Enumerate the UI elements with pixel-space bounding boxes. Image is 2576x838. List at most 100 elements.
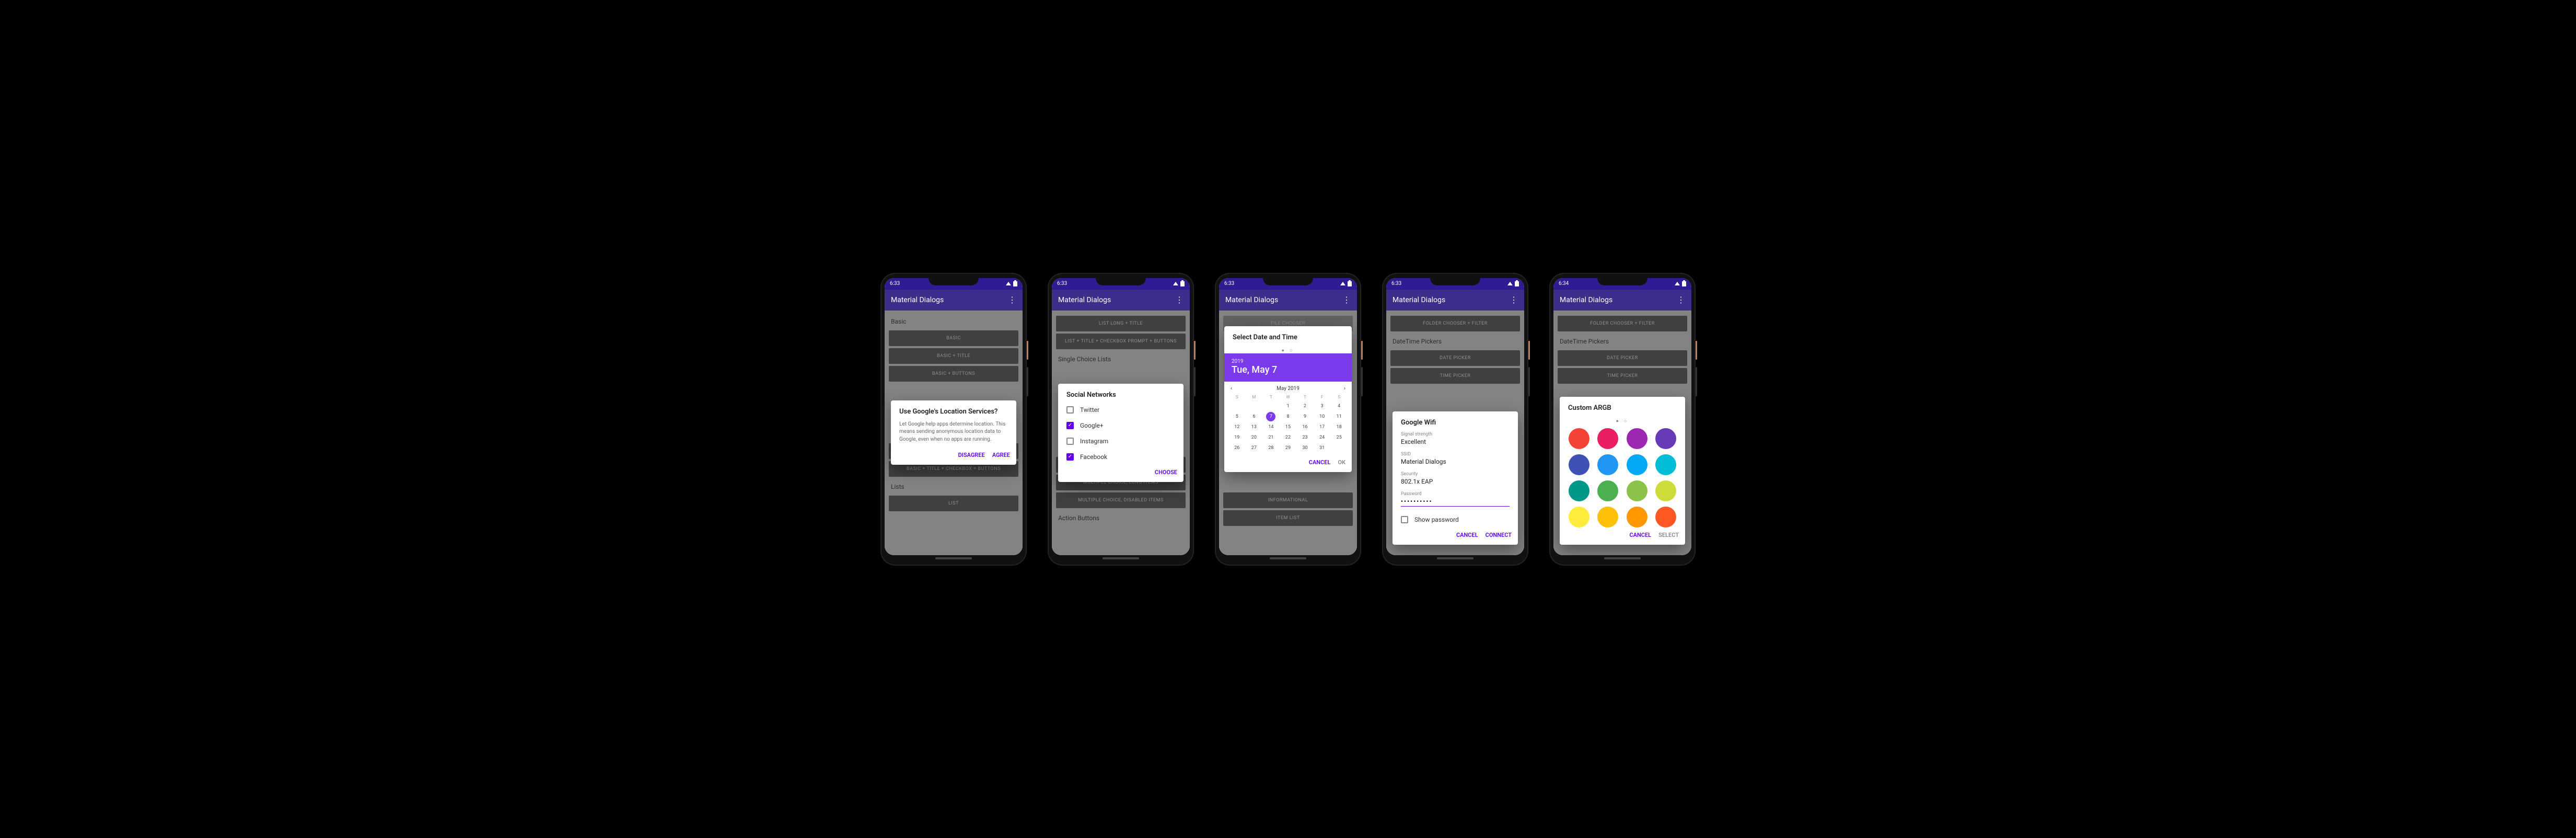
show-password-row[interactable]: Show password — [1393, 511, 1518, 527]
dialog-scrim[interactable]: Social Networks Twitter ✓ Google+ Instag… — [1052, 311, 1190, 555]
color-swatch[interactable] — [1569, 428, 1589, 449]
password-input[interactable] — [1401, 497, 1510, 507]
cancel-button[interactable]: CANCEL — [1629, 532, 1651, 538]
dialog-body: Let Google help apps determine location.… — [891, 419, 1016, 448]
option-facebook[interactable]: ✓ Facebook — [1058, 449, 1183, 465]
calendar-day[interactable]: 11 — [1330, 412, 1348, 421]
ok-button[interactable]: OK — [1338, 459, 1345, 466]
calendar-day[interactable]: 29 — [1280, 443, 1297, 453]
select-button[interactable]: SELECT — [1658, 532, 1679, 538]
calendar-day[interactable]: 3 — [1314, 401, 1331, 411]
color-swatch[interactable] — [1597, 454, 1618, 475]
checkbox-checked-icon[interactable]: ✓ — [1066, 453, 1074, 461]
checkbox-icon[interactable] — [1066, 406, 1074, 414]
volume-button[interactable] — [1194, 367, 1196, 396]
calendar-day[interactable]: 19 — [1228, 433, 1246, 442]
home-indicator[interactable] — [935, 557, 972, 559]
date-label[interactable]: Tue, May 7 — [1232, 364, 1344, 375]
calendar-day[interactable]: 10 — [1314, 412, 1331, 421]
home-indicator[interactable] — [1103, 557, 1139, 559]
color-swatch[interactable] — [1655, 454, 1676, 475]
dialog-scrim[interactable]: Google Wifi Signal strength Excellent SS… — [1386, 311, 1524, 555]
power-button[interactable] — [1696, 341, 1697, 360]
calendar-day[interactable]: 21 — [1262, 433, 1280, 442]
calendar-day[interactable]: 30 — [1296, 443, 1314, 453]
volume-button[interactable] — [1361, 367, 1363, 396]
connect-button[interactable]: CONNECT — [1486, 532, 1512, 538]
calendar-day[interactable]: 6 — [1246, 412, 1263, 421]
calendar-day[interactable]: 4 — [1330, 401, 1348, 411]
calendar-day[interactable]: 28 — [1262, 443, 1280, 453]
dialog-scrim[interactable]: Select Date and Time ● ○ 2019 Tue, May 7… — [1219, 311, 1357, 555]
wifi-icon — [1173, 282, 1178, 285]
color-swatch[interactable] — [1569, 507, 1589, 527]
calendar-day[interactable]: 17 — [1314, 422, 1331, 432]
calendar-day[interactable]: 22 — [1280, 433, 1297, 442]
overflow-icon[interactable]: ⋮ — [1677, 295, 1685, 305]
dialog-scrim[interactable]: Use Google's Location Services? Let Goog… — [885, 311, 1023, 555]
agree-button[interactable]: AGREE — [992, 452, 1010, 458]
checkbox-icon[interactable] — [1066, 438, 1074, 445]
checkbox-icon[interactable] — [1401, 516, 1408, 523]
calendar-day[interactable]: 18 — [1330, 422, 1348, 432]
calendar-day[interactable]: 14 — [1262, 422, 1280, 432]
color-swatch[interactable] — [1627, 480, 1647, 501]
calendar-day[interactable]: 5 — [1228, 412, 1246, 421]
calendar-day[interactable]: 27 — [1246, 443, 1263, 453]
color-swatch[interactable] — [1655, 507, 1676, 527]
color-swatch[interactable] — [1655, 480, 1676, 501]
calendar-day[interactable]: 2 — [1296, 401, 1314, 411]
home-indicator[interactable] — [1604, 557, 1641, 559]
home-indicator[interactable] — [1270, 557, 1306, 559]
power-button[interactable] — [1194, 341, 1196, 360]
color-swatch[interactable] — [1597, 428, 1618, 449]
color-swatch[interactable] — [1569, 480, 1589, 501]
calendar-day[interactable]: 9 — [1296, 412, 1314, 421]
color-swatch[interactable] — [1627, 507, 1647, 527]
calendar-day[interactable]: 7 — [1266, 412, 1275, 421]
color-swatch[interactable] — [1627, 454, 1647, 475]
overflow-icon[interactable]: ⋮ — [1008, 295, 1016, 305]
color-swatch[interactable] — [1597, 507, 1618, 527]
calendar-day[interactable]: 12 — [1228, 422, 1246, 432]
dialog-scrim[interactable]: Custom ARGB ● ○ CANCEL SELECT — [1553, 311, 1691, 555]
disagree-button[interactable]: DISAGREE — [958, 452, 985, 458]
home-indicator[interactable] — [1437, 557, 1473, 559]
year-label[interactable]: 2019 — [1232, 359, 1344, 364]
calendar-day[interactable]: 13 — [1246, 422, 1263, 432]
color-swatch[interactable] — [1655, 428, 1676, 449]
overflow-icon[interactable]: ⋮ — [1510, 295, 1518, 305]
color-swatch[interactable] — [1569, 454, 1589, 475]
prev-month-icon[interactable]: ‹ — [1231, 386, 1232, 392]
volume-button[interactable] — [1027, 367, 1028, 396]
calendar-day[interactable]: 15 — [1280, 422, 1297, 432]
option-twitter[interactable]: Twitter — [1058, 402, 1183, 418]
next-month-icon[interactable]: › — [1344, 386, 1345, 392]
power-button[interactable] — [1361, 341, 1363, 360]
calendar-day[interactable]: 16 — [1296, 422, 1314, 432]
option-googleplus[interactable]: ✓ Google+ — [1058, 418, 1183, 433]
calendar-day[interactable]: 1 — [1280, 401, 1297, 411]
power-button[interactable] — [1528, 341, 1530, 360]
cancel-button[interactable]: CANCEL — [1456, 532, 1478, 538]
checkbox-checked-icon[interactable]: ✓ — [1066, 422, 1074, 429]
calendar-day[interactable]: 20 — [1246, 433, 1263, 442]
calendar-day[interactable]: 24 — [1314, 433, 1331, 442]
power-button[interactable] — [1027, 341, 1028, 360]
field-signal: Signal strength Excellent — [1393, 430, 1518, 450]
overflow-icon[interactable]: ⋮ — [1175, 295, 1183, 305]
choose-button[interactable]: CHOOSE — [1155, 469, 1177, 476]
calendar-day[interactable]: 23 — [1296, 433, 1314, 442]
calendar-day[interactable]: 8 — [1280, 412, 1297, 421]
volume-button[interactable] — [1528, 367, 1530, 396]
color-swatch[interactable] — [1627, 428, 1647, 449]
calendar-day[interactable]: 26 — [1228, 443, 1246, 453]
dialog-title: Google Wifi — [1393, 411, 1518, 430]
cancel-button[interactable]: CANCEL — [1309, 459, 1331, 466]
calendar-day[interactable]: 25 — [1330, 433, 1348, 442]
calendar-day[interactable]: 31 — [1314, 443, 1331, 453]
overflow-icon[interactable]: ⋮ — [1342, 295, 1351, 305]
option-instagram[interactable]: Instagram — [1058, 433, 1183, 449]
volume-button[interactable] — [1696, 367, 1697, 396]
color-swatch[interactable] — [1597, 480, 1618, 501]
